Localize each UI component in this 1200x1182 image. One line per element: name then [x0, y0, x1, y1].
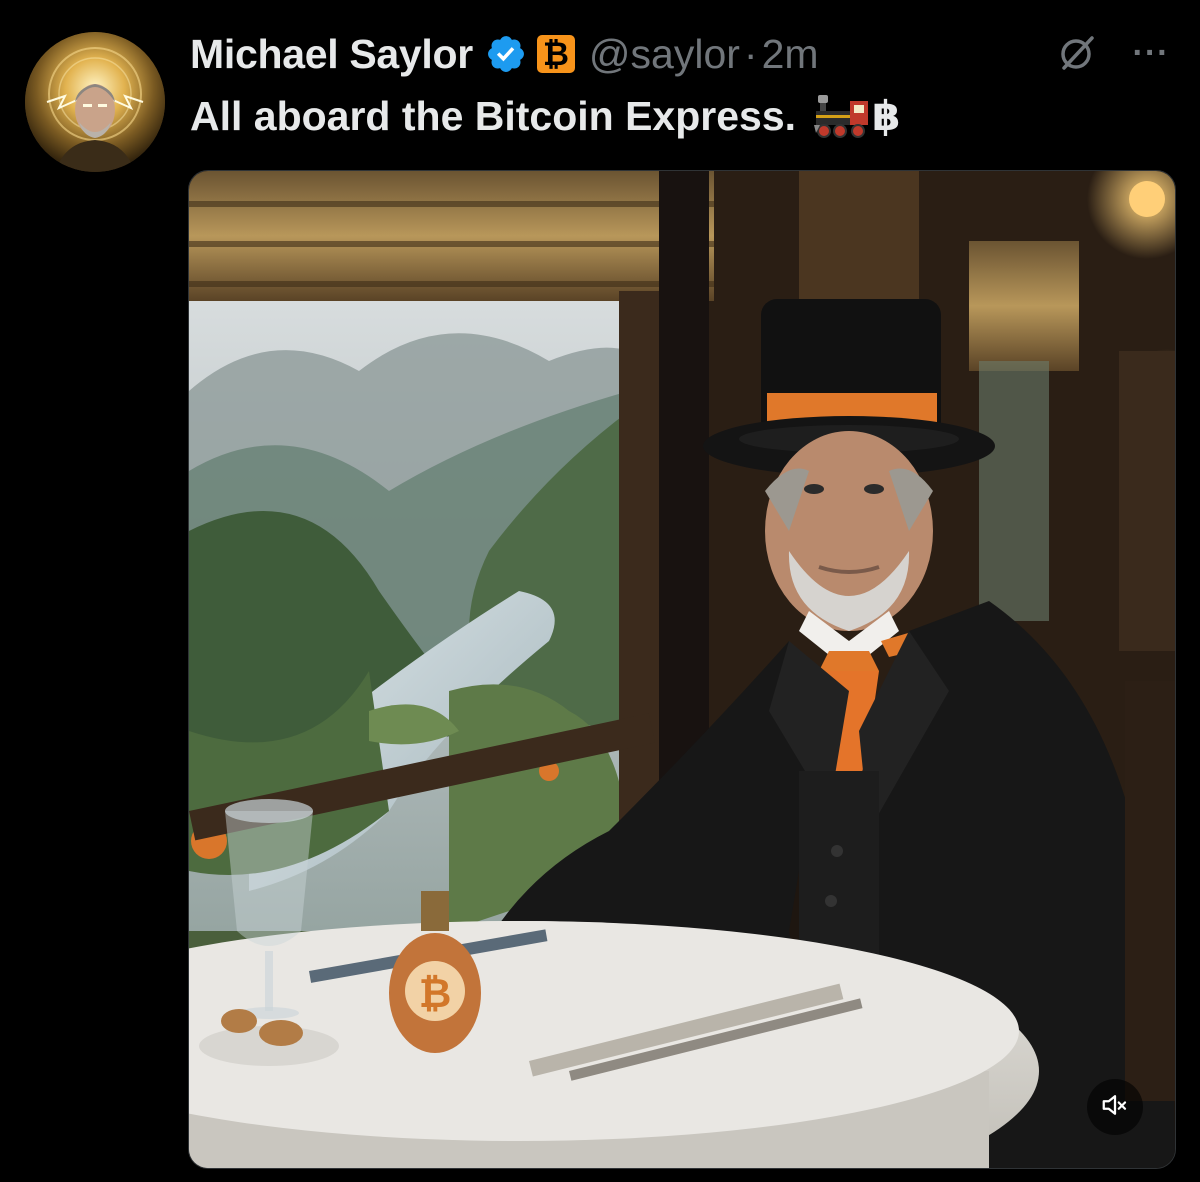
muted-speaker-icon	[1100, 1090, 1130, 1125]
tweet-text-body: All aboard the Bitcoin Express.	[190, 93, 797, 139]
baht-symbol: ฿	[872, 93, 901, 139]
bitcoin-badge-icon: ₿	[536, 35, 575, 73]
handle[interactable]: @saylor	[589, 31, 740, 78]
mute-toggle-button[interactable]	[1087, 1079, 1143, 1135]
tweet[interactable]: Michael Saylor ₿ @saylor · 2m ··· All ab…	[0, 0, 1200, 1182]
more-options-icon[interactable]: ···	[1130, 35, 1172, 71]
locomotive-emoji-icon	[814, 93, 870, 139]
timestamp[interactable]: 2m	[762, 31, 819, 78]
tweet-header: Michael Saylor ₿ @saylor · 2m	[190, 28, 819, 80]
grok-icon[interactable]	[1056, 32, 1098, 74]
tweet-text: All aboard the Bitcoin Express. ฿	[190, 90, 901, 142]
video-frame: ₿	[189, 171, 1175, 1168]
verified-badge-icon[interactable]	[485, 33, 527, 75]
display-name[interactable]: Michael Saylor	[190, 31, 473, 78]
tweet-media-video[interactable]: ₿	[188, 170, 1176, 1169]
avatar[interactable]	[25, 32, 165, 172]
svg-text:₿: ₿	[419, 971, 452, 1017]
separator-dot: ·	[743, 30, 758, 77]
